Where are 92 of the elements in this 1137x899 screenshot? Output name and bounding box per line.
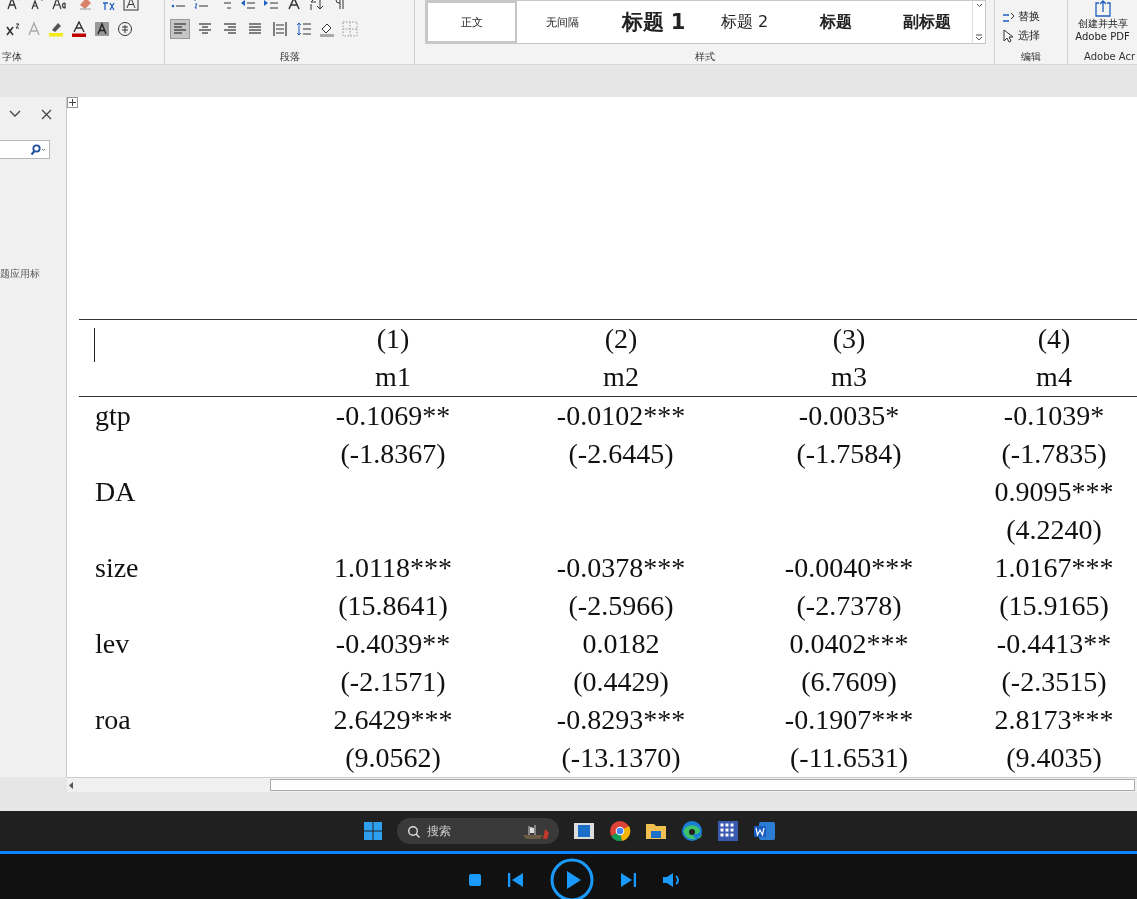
- coefficient-cell-text: 0.9095***: [993, 475, 1115, 509]
- taskbar-search-field[interactable]: 搜索: [396, 818, 559, 844]
- table-move-handle-icon[interactable]: [67, 97, 78, 108]
- shaded-letter-icon[interactable]: [94, 21, 110, 37]
- distributed-icon[interactable]: [271, 20, 289, 38]
- search-icon: [406, 825, 420, 838]
- variable-label: gtp: [94, 399, 132, 433]
- superscript-icon[interactable]: [6, 21, 20, 37]
- group-label: 编辑: [1020, 50, 1042, 64]
- font-color-icon[interactable]: [71, 21, 87, 37]
- coefficient-cell-text: -0.4039**: [334, 627, 452, 661]
- variable-label: lev: [94, 627, 131, 661]
- t-stat-cell-text: (4.2240): [1005, 513, 1103, 547]
- previous-icon[interactable]: [507, 871, 524, 888]
- coefficient-cell-text: 2.8173***: [993, 703, 1115, 737]
- t-stat-cell-text: (-11.6531): [789, 741, 909, 775]
- column-header: m2: [507, 358, 735, 397]
- windows-start-icon[interactable]: [362, 821, 383, 841]
- t-stat-cell-text: (15.9165): [998, 589, 1110, 623]
- column-header: m3: [735, 358, 963, 397]
- coefficient-cell-text: -0.0035*: [797, 399, 901, 433]
- t-stat-cell-text: (9.4035): [1005, 741, 1103, 775]
- coefficient-cell-text: -0.0040***: [783, 551, 915, 585]
- highlight-icon[interactable]: [48, 21, 64, 37]
- search-icon: [30, 143, 46, 156]
- shading-icon[interactable]: [319, 21, 335, 37]
- coefficient-cell-text: -0.0102***: [555, 399, 687, 433]
- group-label: Adobe Acr: [1083, 50, 1137, 64]
- close-icon[interactable]: [41, 109, 52, 120]
- coefficient-cell-text: 1.0118***: [333, 551, 453, 585]
- coefficient-cell-text: 0.0402***: [788, 627, 910, 661]
- group-label: 样式: [693, 50, 716, 64]
- t-stat-cell-text: (-1.8367): [339, 437, 447, 471]
- coefficient-cell-text: -0.1039*: [1002, 399, 1106, 433]
- coefficient-cell-text: -0.8293***: [555, 703, 687, 737]
- t-stat-cell-text: (9.0562): [344, 741, 442, 775]
- coefficient-cell-text: -0.1069**: [334, 399, 452, 433]
- coefficient-cell-text: -0.1907***: [783, 703, 915, 737]
- edge-icon[interactable]: [680, 820, 703, 842]
- column-number: (1): [375, 322, 411, 356]
- column-header: m4: [963, 358, 1137, 397]
- variable-label: DA: [94, 475, 137, 509]
- t-stat-cell-text: (-1.7835): [1000, 437, 1108, 471]
- chrome-icon[interactable]: [608, 820, 631, 842]
- column-number: (2): [603, 322, 639, 356]
- variable-label: roa: [94, 703, 132, 737]
- coefficient-cell-text: 1.0167***: [993, 551, 1115, 585]
- nav-hint-text: 题应用标: [0, 267, 41, 281]
- more-styles-icon[interactable]: [975, 34, 983, 41]
- t-stat-cell-text: (-2.7378): [795, 589, 903, 623]
- t-stat-cell-text: (-1.7584): [795, 437, 903, 471]
- line-spacing-icon[interactable]: [296, 21, 312, 37]
- scroll-down-icon[interactable]: [975, 3, 983, 8]
- coefficient-cell-text: 2.6429***: [332, 703, 454, 737]
- enclosed-character-icon[interactable]: [117, 21, 133, 37]
- coefficient-cell-text: 0.0182: [581, 627, 661, 661]
- t-stat-cell-text: (-2.3515): [1000, 665, 1108, 699]
- group-label: 字体: [1, 50, 23, 64]
- edit-command[interactable]: 选择: [1001, 28, 1061, 43]
- t-stat-cell-text: (-2.1571): [339, 665, 447, 699]
- text-cursor: [94, 328, 95, 362]
- create-share-pdf-button[interactable]: 创建并共享 Adobe PDF: [1068, 0, 1137, 43]
- column-number: (4): [1036, 322, 1072, 356]
- t-stat-cell-text: (0.4429): [572, 665, 670, 699]
- t-stat-cell-text: (-13.1370): [560, 741, 682, 775]
- scroll-left-icon[interactable]: [67, 780, 75, 790]
- chevron-down-icon[interactable]: [9, 109, 21, 118]
- media-player-icon[interactable]: [572, 820, 595, 842]
- t-stat-cell-text: (-2.5966): [567, 589, 675, 623]
- column-number: (3): [831, 322, 867, 356]
- cursor-icon[interactable]: [1001, 28, 1015, 43]
- column-header: m1: [279, 358, 507, 397]
- coefficient-cell-text: -0.4413**: [995, 627, 1113, 661]
- variable-label: size: [94, 551, 140, 585]
- edit-command[interactable]: 替换: [1001, 9, 1061, 24]
- t-stat-cell-text: (15.8641): [337, 589, 449, 623]
- coefficient-cell-text: -0.0378***: [555, 551, 687, 585]
- t-stat-cell-text: (6.7609): [800, 665, 898, 699]
- ship-illustration-icon: [520, 823, 551, 840]
- next-icon[interactable]: [619, 871, 636, 888]
- t-stat-cell-text: (-2.6445): [567, 437, 675, 471]
- share-upload-icon: [1093, 0, 1112, 17]
- search-field[interactable]: [0, 140, 50, 159]
- grid-app-icon[interactable]: [716, 820, 739, 842]
- group-label: 段落: [278, 50, 301, 64]
- volume-icon[interactable]: [661, 871, 680, 888]
- word-icon[interactable]: [752, 820, 775, 842]
- scrollbar-thumb[interactable]: [270, 779, 1135, 791]
- align-left-icon[interactable]: [171, 20, 189, 38]
- play-icon[interactable]: [549, 857, 594, 899]
- stop-icon[interactable]: [467, 872, 482, 887]
- style-option[interactable]: 正文: [426, 1, 517, 43]
